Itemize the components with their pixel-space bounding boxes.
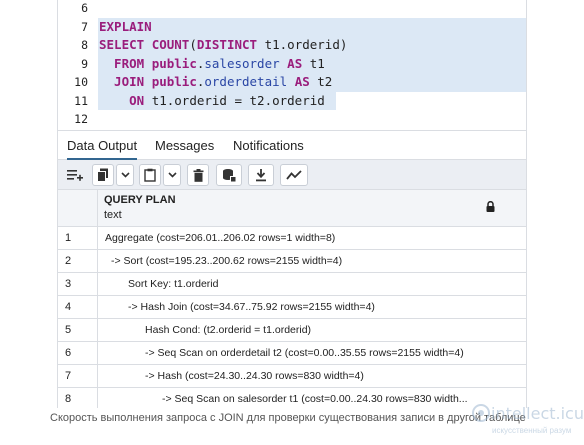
sql-keyword: public — [151, 55, 197, 71]
table-row[interactable]: 4 -> Hash Join (cost=34.67..75.92 rows=21… — [58, 296, 526, 319]
code-line: 6 — [58, 0, 526, 18]
graph-visualiser-button[interactable] — [280, 164, 308, 186]
paste-button[interactable] — [139, 164, 161, 186]
query-plan-cell[interactable]: -> Hash Join (cost=34.67..75.92 rows=215… — [128, 296, 375, 318]
row-number: 6 — [58, 342, 98, 364]
code-line: 9 FROM public.salesorder AS t1 — [58, 54, 526, 74]
sql-keyword: JOIN — [99, 74, 152, 89]
line-number: 10 — [74, 75, 88, 89]
sql-keyword: AS — [279, 55, 310, 71]
tab-notifications[interactable]: Notifications — [233, 131, 304, 160]
sql-keyword: AS — [287, 74, 318, 89]
delete-button[interactable] — [187, 164, 209, 186]
sql-keyword: COUNT — [151, 37, 190, 52]
row-number: 8 — [58, 388, 98, 408]
line-number: 9 — [81, 56, 88, 71]
save-data-icon — [223, 169, 236, 182]
row-number-header — [58, 190, 98, 227]
row-number: 5 — [58, 319, 98, 341]
sql-keyword: FROM — [99, 55, 152, 71]
brain-icon — [472, 404, 490, 422]
sql-editor[interactable]: 6 7 EXPLAIN 8 SELECT COUNT(DISTINCT t1.order… — [58, 0, 526, 129]
watermark-logo: intellect.icu искусственный разум — [469, 399, 584, 443]
code-text[interactable]: ON t1.orderid = t2.orderid — [99, 92, 325, 111]
save-data-button[interactable] — [216, 164, 242, 186]
paste-icon — [144, 168, 156, 182]
line-number: 8 — [81, 38, 88, 52]
code-line: 8 SELECT COUNT(DISTINCT t1.orderid) — [58, 36, 526, 55]
sql-keyword: ON — [99, 92, 152, 108]
sql-token: t1.orderid = t2.orderid — [151, 92, 325, 108]
query-plan-grid: QUERY PLAN text 1 Aggregate (cost=206.01.… — [58, 190, 526, 408]
paste-options-dropdown[interactable] — [163, 164, 181, 186]
sql-identifier: orderdetail — [204, 74, 288, 89]
table-row[interactable]: 8 -> Seq Scan on salesorder t1 (cost=0.00… — [58, 388, 526, 408]
query-plan-cell[interactable]: -> Seq Scan on orderdetail t2 (cost=0.00… — [145, 342, 464, 364]
row-number: 2 — [58, 250, 98, 272]
download-icon — [256, 169, 266, 182]
chevron-down-icon — [167, 172, 177, 178]
query-tool-panel: 6 7 EXPLAIN 8 SELECT COUNT(DISTINCT t1.order… — [57, 0, 527, 408]
table-row[interactable]: 1 Aggregate (cost=206.01..206.02 rows=1 w… — [58, 227, 526, 250]
watermark-subtitle: искусственный разум — [492, 426, 572, 435]
line-number: 11 — [74, 93, 88, 108]
code-text[interactable]: FROM public.salesorder AS t1 — [99, 55, 325, 74]
download-button[interactable] — [248, 164, 274, 186]
sql-token: t1.orderid) — [264, 37, 348, 52]
row-number: 4 — [58, 296, 98, 318]
add-row-button[interactable] — [62, 164, 88, 186]
figure-caption: Скорость выполнения запроса с JOIN для п… — [50, 412, 526, 424]
column-type: text — [104, 209, 122, 221]
code-line: 7 EXPLAIN — [58, 17, 526, 37]
table-row[interactable]: 6 -> Seq Scan on orderdetail t2 (cost=0.0… — [58, 342, 526, 365]
column-name[interactable]: QUERY PLAN — [104, 194, 176, 206]
grid-header: QUERY PLAN text — [58, 190, 526, 227]
table-row[interactable]: 7 -> Hash (cost=24.30..24.30 rows=830 wid… — [58, 365, 526, 388]
row-number: 1 — [58, 227, 98, 249]
lock-icon — [486, 201, 495, 212]
table-row[interactable]: 5 Hash Cond: (t2.orderid = t1.orderid) — [58, 319, 526, 342]
chevron-down-icon — [120, 172, 130, 178]
code-line: 10 JOIN public.orderdetail AS t2 — [58, 73, 526, 92]
sql-keyword: public — [151, 74, 197, 89]
copy-options-dropdown[interactable] — [116, 164, 134, 186]
add-row-icon — [67, 170, 83, 181]
delete-icon — [193, 168, 203, 182]
row-number: 3 — [58, 273, 98, 295]
row-number: 7 — [58, 365, 98, 387]
line-number: 6 — [81, 1, 88, 15]
code-line: 12 — [58, 110, 526, 129]
selection-highlight — [98, 17, 526, 36]
results-toolbar — [58, 160, 526, 190]
table-row[interactable]: 3 Sort Key: t1.orderid — [58, 273, 526, 296]
query-plan-cell[interactable]: -> Hash (cost=24.30..24.30 rows=830 widt… — [145, 365, 364, 387]
code-text[interactable]: JOIN public.orderdetail AS t2 — [99, 73, 332, 92]
sql-keyword: SELECT — [99, 37, 152, 52]
query-plan-cell[interactable]: Aggregate (cost=206.01..206.02 rows=1 wi… — [105, 227, 335, 249]
sql-token: ( — [189, 37, 197, 52]
tab-messages[interactable]: Messages — [155, 131, 214, 160]
query-plan-cell[interactable]: Hash Cond: (t2.orderid = t1.orderid) — [145, 319, 311, 341]
code-line: 11 ON t1.orderid = t2.orderid — [58, 91, 526, 111]
watermark-title: intellect.icu — [491, 404, 584, 423]
sql-keyword: EXPLAIN — [99, 18, 152, 34]
query-plan-cell[interactable]: Sort Key: t1.orderid — [128, 273, 218, 295]
copy-button[interactable] — [92, 164, 114, 186]
graph-icon — [286, 170, 302, 180]
tab-data-output[interactable]: Data Output — [67, 131, 138, 160]
sql-token: t1 — [309, 55, 325, 71]
sql-identifier: salesorder — [204, 55, 280, 71]
sql-keyword: DISTINCT — [196, 37, 265, 52]
query-plan-cell[interactable]: -> Sort (cost=195.23..200.62 rows=2155 w… — [111, 250, 342, 272]
sql-token: t2 — [317, 74, 333, 89]
table-row[interactable]: 2 -> Sort (cost=195.23..200.62 rows=2155 … — [58, 250, 526, 273]
code-text[interactable]: SELECT COUNT(DISTINCT t1.orderid) — [99, 36, 347, 55]
line-number: 12 — [74, 112, 88, 126]
code-text[interactable]: EXPLAIN — [99, 18, 152, 37]
query-plan-cell[interactable]: -> Seq Scan on salesorder t1 (cost=0.00.… — [162, 388, 468, 408]
copy-icon — [97, 168, 108, 182]
results-tabs: Data Output Messages Notifications — [58, 130, 526, 160]
line-number: 7 — [81, 19, 88, 34]
